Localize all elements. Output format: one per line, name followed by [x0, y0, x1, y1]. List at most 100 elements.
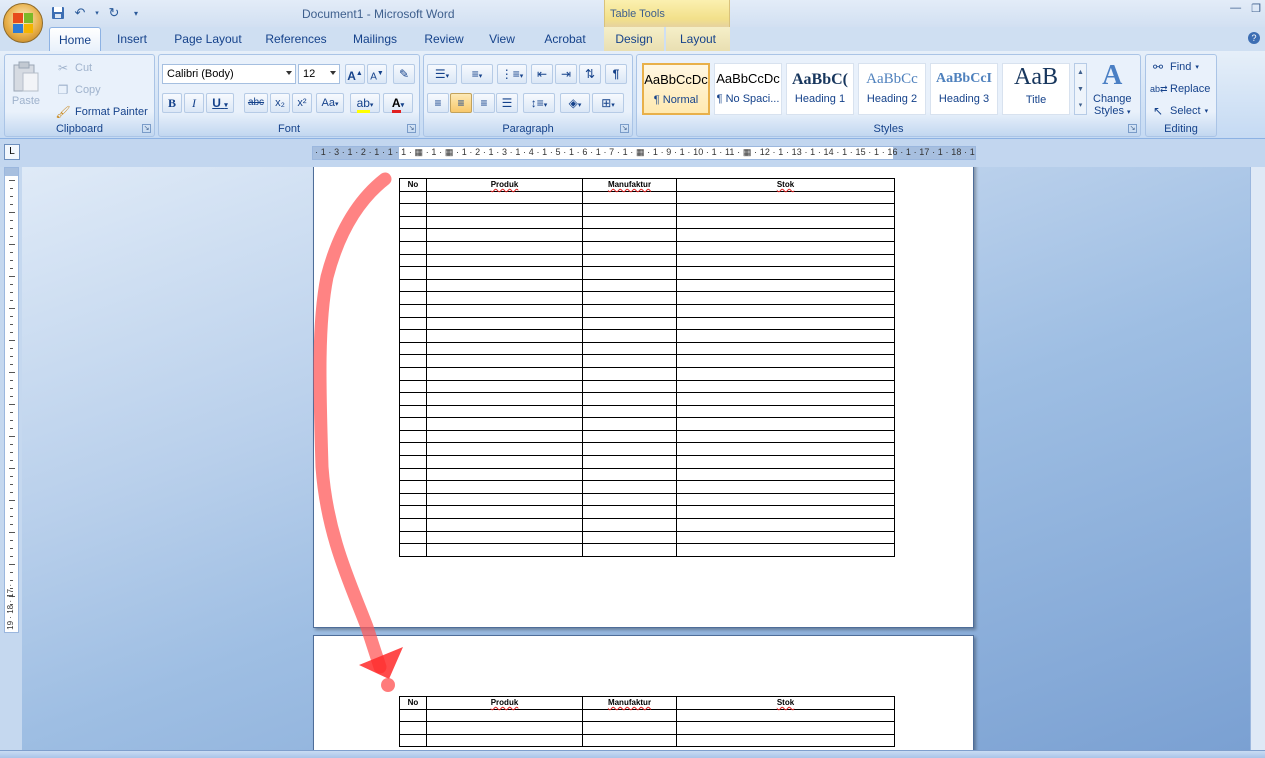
- table-cell[interactable]: [399, 291, 427, 305]
- table-cell[interactable]: [676, 417, 895, 431]
- table-cell[interactable]: [676, 492, 895, 507]
- save-icon[interactable]: [50, 5, 66, 21]
- table-cell[interactable]: [582, 417, 677, 431]
- table-cell[interactable]: [426, 392, 583, 406]
- table-cell[interactable]: [426, 404, 583, 419]
- style-normal[interactable]: AaBbCcDc ¶ Normal: [642, 63, 710, 115]
- table-row[interactable]: [399, 278, 895, 293]
- style-heading-3[interactable]: AaBbCcI Heading 3: [930, 63, 998, 115]
- table-cell[interactable]: [399, 240, 427, 255]
- table-cell[interactable]: [582, 215, 677, 230]
- table-cell[interactable]: [426, 429, 583, 444]
- table-cell[interactable]: [426, 442, 583, 457]
- paragraph-launcher-icon[interactable]: ↘: [620, 124, 629, 133]
- table-cell[interactable]: [426, 266, 583, 280]
- table-cell[interactable]: [426, 530, 583, 545]
- shading-button[interactable]: ◈▾: [560, 93, 590, 113]
- highlight-button[interactable]: ab▾: [350, 93, 380, 113]
- shrink-font-button[interactable]: A▼: [367, 64, 387, 84]
- table-cell[interactable]: [582, 329, 677, 343]
- bold-button[interactable]: B: [162, 93, 182, 113]
- table-row[interactable]: [399, 291, 895, 305]
- superscript-button[interactable]: x²: [292, 93, 312, 113]
- styles-launcher-icon[interactable]: ↘: [1128, 124, 1137, 133]
- table-cell[interactable]: [676, 316, 895, 331]
- table-cell[interactable]: [582, 505, 677, 520]
- table-row[interactable]: [399, 341, 895, 356]
- table-cell[interactable]: [426, 354, 583, 368]
- table-cell[interactable]: [426, 291, 583, 305]
- table-row[interactable]: [399, 708, 895, 723]
- numbering-button[interactable]: ≡▾: [461, 64, 493, 84]
- table-row[interactable]: [399, 228, 895, 242]
- table-row[interactable]: [399, 733, 895, 748]
- table-cell[interactable]: [676, 404, 895, 419]
- table-cell[interactable]: [399, 733, 427, 748]
- table-cell[interactable]: [676, 733, 895, 748]
- table-cell[interactable]: [582, 455, 677, 469]
- table-cell[interactable]: [582, 266, 677, 280]
- page-2[interactable]: No Produk Manufaktur Stok: [313, 635, 974, 750]
- header-produk[interactable]: Produk: [426, 696, 583, 710]
- table-cell[interactable]: [426, 467, 583, 482]
- header-manufaktur[interactable]: Manufaktur: [582, 696, 677, 710]
- table-page-2[interactable]: No Produk Manufaktur Stok: [399, 696, 895, 748]
- style-title[interactable]: AaB Title: [1002, 63, 1070, 115]
- replace-button[interactable]: ab⇄ Replace: [1150, 81, 1210, 97]
- redo-icon[interactable]: ↻: [106, 5, 122, 21]
- table-cell[interactable]: [676, 228, 895, 242]
- table-cell[interactable]: [676, 518, 895, 532]
- find-button[interactable]: ⚯ Find ▾: [1150, 59, 1199, 75]
- table-row[interactable]: [399, 505, 895, 520]
- table-cell[interactable]: [582, 467, 677, 482]
- table-cell[interactable]: [676, 303, 895, 318]
- format-painter-button[interactable]: 🖌 Format Painter: [55, 104, 147, 120]
- table-cell[interactable]: [426, 379, 583, 394]
- tab-insert[interactable]: Insert: [108, 27, 156, 51]
- table-cell[interactable]: [676, 190, 895, 205]
- table-cell[interactable]: [676, 708, 895, 723]
- tab-mailings[interactable]: Mailings: [344, 27, 406, 51]
- table-row[interactable]: [399, 467, 895, 482]
- tab-selector-icon[interactable]: L: [4, 144, 20, 160]
- table-cell[interactable]: [676, 379, 895, 394]
- table-cell[interactable]: [676, 721, 895, 735]
- table-cell[interactable]: [676, 341, 895, 356]
- header-no[interactable]: No: [399, 696, 427, 710]
- vertical-scrollbar[interactable]: [1250, 167, 1265, 750]
- table-cell[interactable]: [399, 721, 427, 735]
- table-cell[interactable]: [582, 442, 677, 457]
- table-cell[interactable]: [582, 354, 677, 368]
- scroll-up-icon[interactable]: ▲: [1075, 64, 1086, 81]
- table-cell[interactable]: [676, 505, 895, 520]
- table-cell[interactable]: [399, 354, 427, 368]
- table-cell[interactable]: [399, 190, 427, 205]
- change-styles-button[interactable]: A Change Styles ▾: [1093, 59, 1132, 117]
- horizontal-ruler[interactable]: · 1 · 3 · 1 · 2 · 1 · 1 · 1 · ▦ · 1 · ▦ …: [312, 146, 976, 160]
- tab-design[interactable]: Design: [604, 27, 664, 51]
- table-row[interactable]: [399, 203, 895, 217]
- table-cell[interactable]: [399, 404, 427, 419]
- table-cell[interactable]: [582, 530, 677, 545]
- table-cell[interactable]: [582, 708, 677, 723]
- clipboard-launcher-icon[interactable]: ↘: [142, 124, 151, 133]
- table-cell[interactable]: [399, 543, 427, 557]
- header-no[interactable]: No: [399, 178, 427, 192]
- table-cell[interactable]: [426, 215, 583, 230]
- table-row[interactable]: [399, 518, 895, 532]
- tab-review[interactable]: Review: [416, 27, 472, 51]
- scroll-down-icon[interactable]: ▼: [1075, 81, 1086, 98]
- table-cell[interactable]: [582, 278, 677, 293]
- table-cell[interactable]: [582, 240, 677, 255]
- table-row[interactable]: [399, 530, 895, 545]
- header-stok[interactable]: Stok: [676, 696, 895, 710]
- table-row[interactable]: [399, 366, 895, 381]
- multilevel-list-button[interactable]: ⋮≡▾: [497, 64, 527, 84]
- tab-page-layout[interactable]: Page Layout: [166, 27, 250, 51]
- table-cell[interactable]: [676, 291, 895, 305]
- help-icon[interactable]: ?: [1248, 32, 1260, 44]
- table-cell[interactable]: [399, 417, 427, 431]
- table-cell[interactable]: [399, 518, 427, 532]
- table-cell[interactable]: [582, 253, 677, 268]
- table-cell[interactable]: [582, 543, 677, 557]
